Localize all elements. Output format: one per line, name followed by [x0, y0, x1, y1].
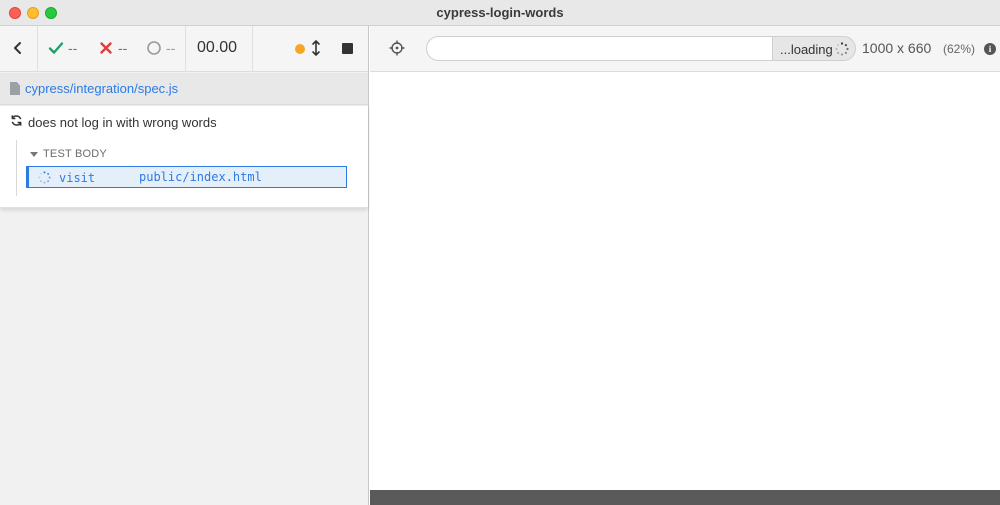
aut-panel: ...loading 1000 x 660 (62%) i [370, 26, 1000, 505]
chevron-left-icon [14, 42, 21, 54]
aut-header: ...loading 1000 x 660 (62%) i [370, 26, 1000, 72]
title-bar: cypress-login-words [0, 0, 1000, 26]
window-title: cypress-login-words [436, 5, 564, 20]
hook-guide-line [16, 140, 17, 196]
spinner-icon [835, 42, 849, 56]
stats-bar: -- -- -- 00.00 [0, 26, 368, 72]
command-row[interactable]: visit public/index.html [26, 166, 347, 188]
auto-scroll-indicator-icon[interactable] [295, 44, 305, 54]
up-down-arrows-icon[interactable] [311, 39, 321, 57]
viewport-scale: (62%) [943, 42, 976, 56]
spinner-icon [38, 171, 51, 184]
file-icon [10, 82, 20, 95]
caret-down-icon[interactable] [30, 152, 38, 157]
hook-label[interactable]: TEST BODY [43, 148, 107, 160]
stop-icon[interactable] [342, 43, 353, 54]
spec-path-link[interactable]: cypress/integration/spec.js [25, 81, 178, 96]
x-icon [100, 42, 112, 54]
passed-value: -- [68, 40, 78, 56]
failed-value: -- [118, 40, 128, 56]
passed-count: -- [48, 38, 77, 58]
command-name: visit [59, 171, 96, 185]
back-button[interactable] [7, 36, 29, 60]
divider [252, 26, 253, 72]
url-input[interactable] [426, 36, 774, 61]
viewport-size: 1000 x 660 [862, 40, 932, 56]
aut-bottom-strip [370, 490, 1000, 505]
divider [37, 26, 38, 72]
pending-count: -- [146, 38, 175, 58]
divider [185, 26, 186, 72]
test-runnable: does not log in with wrong words TEST BO… [0, 106, 368, 208]
command-message: public/index.html [139, 170, 262, 184]
loading-indicator: ...loading [772, 36, 856, 61]
spec-header: cypress/integration/spec.js [0, 73, 368, 105]
info-icon[interactable]: i [984, 43, 996, 55]
refresh-icon [11, 115, 22, 126]
circle-icon [147, 41, 161, 55]
check-icon [48, 42, 64, 54]
reporter-panel: -- -- -- 00.00 cypress/integration/spec.… [0, 26, 369, 505]
aut-iframe[interactable] [370, 73, 1000, 489]
crosshair-icon[interactable] [389, 40, 405, 56]
failed-count: -- [98, 38, 127, 58]
pending-value: -- [166, 40, 176, 56]
test-title[interactable]: does not log in with wrong words [28, 115, 217, 130]
loading-text: ...loading [780, 42, 833, 57]
duration: 00.00 [197, 39, 238, 56]
